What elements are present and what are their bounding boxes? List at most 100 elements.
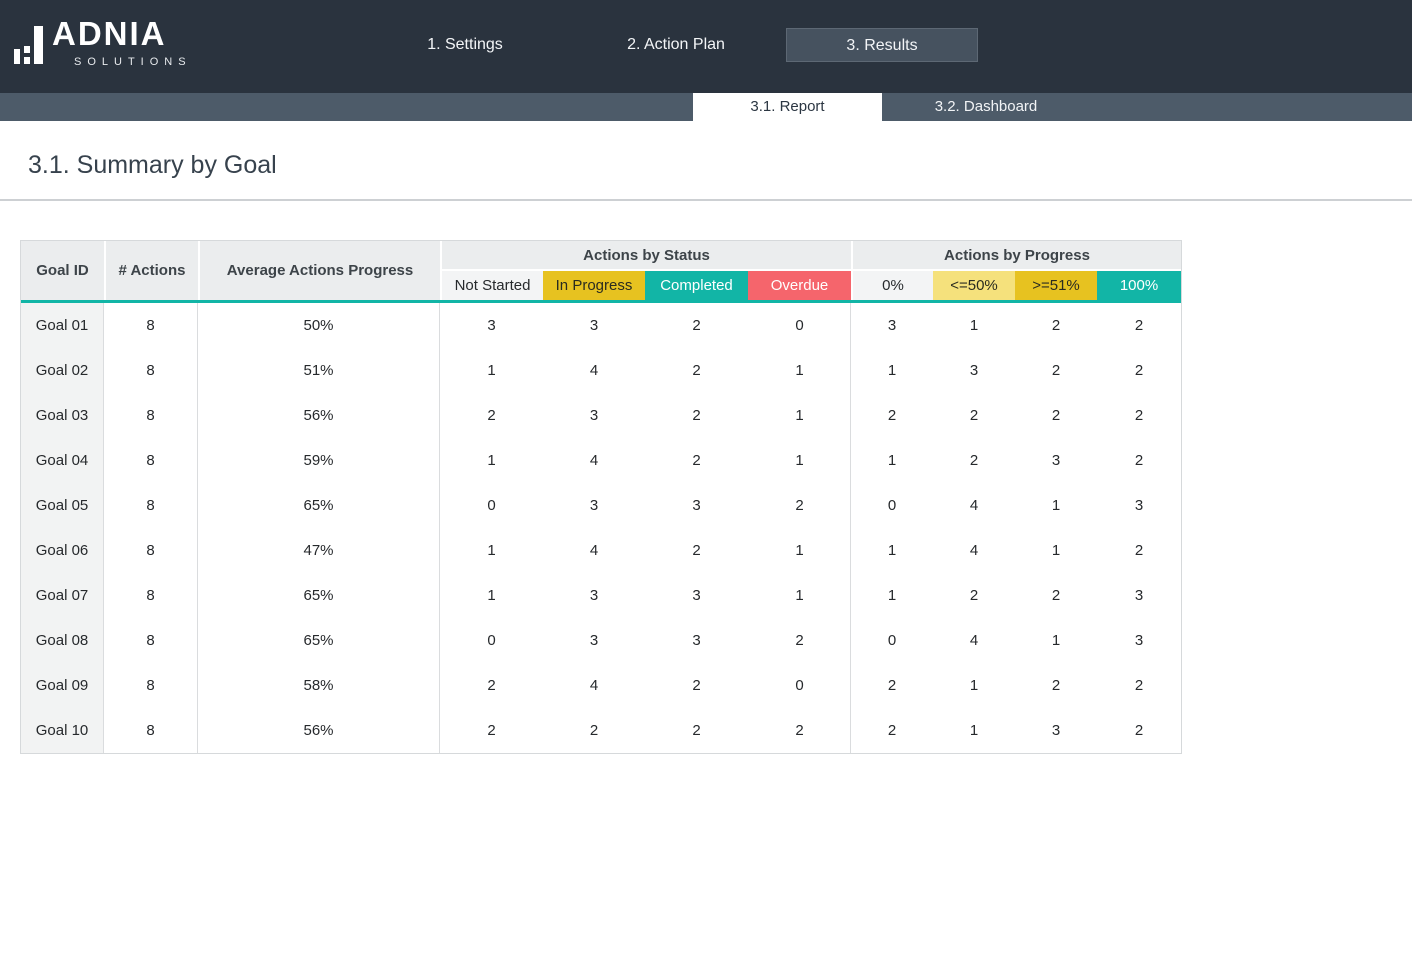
progress-0pct-cell: 1 [850, 438, 933, 483]
subheader-0pct: 0% [851, 271, 933, 300]
status-not-started-cell: 2 [440, 393, 543, 438]
status-in-progress-cell: 4 [543, 528, 645, 573]
progress-gte51-cell: 3 [1015, 438, 1097, 483]
summary-table: Goal ID # Actions Average Actions Progre… [20, 240, 1182, 754]
nav-tab-results[interactable]: 3. Results [786, 28, 978, 62]
progress-0pct-cell: 2 [850, 708, 933, 753]
status-overdue-cell: 1 [748, 393, 851, 438]
avg-progress-cell: 65% [198, 483, 440, 528]
goal-id-cell: Goal 09 [21, 663, 104, 708]
status-completed-cell: 3 [645, 618, 748, 663]
progress-100pct-cell: 2 [1097, 708, 1181, 753]
goal-id-cell: Goal 02 [21, 348, 104, 393]
progress-0pct-cell: 1 [850, 573, 933, 618]
progress-lte50-cell: 2 [933, 393, 1015, 438]
goal-id-cell: Goal 08 [21, 618, 104, 663]
status-not-started-cell: 1 [440, 573, 543, 618]
progress-lte50-cell: 4 [933, 528, 1015, 573]
progress-100pct-cell: 2 [1097, 393, 1181, 438]
progress-0pct-cell: 2 [850, 393, 933, 438]
subheader-not-started: Not Started [440, 271, 543, 300]
actions-count-cell: 8 [104, 618, 198, 663]
status-not-started-cell: 0 [440, 483, 543, 528]
progress-gte51-cell: 2 [1015, 348, 1097, 393]
avg-progress-cell: 59% [198, 438, 440, 483]
actions-count-cell: 8 [104, 483, 198, 528]
actions-count-cell: 8 [104, 303, 198, 348]
progress-lte50-cell: 1 [933, 708, 1015, 753]
status-completed-cell: 2 [645, 528, 748, 573]
progress-100pct-cell: 2 [1097, 528, 1181, 573]
progress-lte50-cell: 2 [933, 438, 1015, 483]
subheader-completed: Completed [645, 271, 748, 300]
avg-progress-cell: 50% [198, 303, 440, 348]
status-not-started-cell: 2 [440, 663, 543, 708]
col-header-avg-progress: Average Actions Progress [198, 241, 440, 300]
avg-progress-cell: 65% [198, 618, 440, 663]
status-completed-cell: 2 [645, 393, 748, 438]
status-overdue-cell: 0 [748, 663, 851, 708]
subtab-dashboard[interactable]: 3.2. Dashboard [882, 93, 1090, 121]
progress-100pct-cell: 2 [1097, 663, 1181, 708]
top-nav-bar: ADNIA SOLUTIONS 1. Settings 2. Action Pl… [0, 0, 1412, 93]
goal-id-cell: Goal 01 [21, 303, 104, 348]
subheader-overdue: Overdue [748, 271, 851, 300]
progress-lte50-cell: 1 [933, 663, 1015, 708]
group-header-actions-by-status: Actions by Status [440, 241, 851, 271]
col-header-goal-id: Goal ID [21, 241, 104, 300]
progress-100pct-cell: 3 [1097, 618, 1181, 663]
status-not-started-cell: 1 [440, 438, 543, 483]
status-in-progress-cell: 4 [543, 348, 645, 393]
status-completed-cell: 2 [645, 663, 748, 708]
actions-count-cell: 8 [104, 663, 198, 708]
progress-lte50-cell: 3 [933, 348, 1015, 393]
progress-gte51-cell: 1 [1015, 618, 1097, 663]
subtab-report[interactable]: 3.1. Report [693, 93, 882, 121]
status-completed-cell: 3 [645, 573, 748, 618]
goal-id-cell: Goal 04 [21, 438, 104, 483]
goal-id-cell: Goal 05 [21, 483, 104, 528]
progress-lte50-cell: 2 [933, 573, 1015, 618]
progress-lte50-cell: 1 [933, 303, 1015, 348]
status-in-progress-cell: 4 [543, 438, 645, 483]
goal-id-cell: Goal 06 [21, 528, 104, 573]
nav-tab-settings[interactable]: 1. Settings [395, 28, 535, 62]
status-not-started-cell: 1 [440, 528, 543, 573]
progress-gte51-cell: 1 [1015, 483, 1097, 528]
status-completed-cell: 2 [645, 708, 748, 753]
brand-logo: ADNIA SOLUTIONS [14, 17, 192, 68]
status-not-started-cell: 3 [440, 303, 543, 348]
status-in-progress-cell: 4 [543, 663, 645, 708]
subheader-lte50pct: <=50% [933, 271, 1015, 300]
status-in-progress-cell: 3 [543, 483, 645, 528]
subheader-100pct: 100% [1097, 271, 1181, 300]
status-in-progress-cell: 3 [543, 393, 645, 438]
col-header-actions: # Actions [104, 241, 198, 300]
avg-progress-cell: 56% [198, 393, 440, 438]
status-in-progress-cell: 3 [543, 573, 645, 618]
goal-id-cell: Goal 10 [21, 708, 104, 753]
progress-0pct-cell: 2 [850, 663, 933, 708]
page-title: 3.1. Summary by Goal [28, 151, 1412, 180]
actions-count-cell: 8 [104, 438, 198, 483]
subheader-in-progress: In Progress [543, 271, 645, 300]
nav-tab-action-plan[interactable]: 2. Action Plan [596, 28, 756, 62]
progress-100pct-cell: 2 [1097, 348, 1181, 393]
status-overdue-cell: 2 [748, 483, 851, 528]
status-completed-cell: 2 [645, 303, 748, 348]
bar-chart-logo-icon [14, 20, 43, 64]
status-completed-cell: 2 [645, 438, 748, 483]
subheader-gte51pct: >=51% [1015, 271, 1097, 300]
status-in-progress-cell: 3 [543, 303, 645, 348]
actions-count-cell: 8 [104, 573, 198, 618]
progress-lte50-cell: 4 [933, 483, 1015, 528]
sub-nav-bar: 3.1. Report 3.2. Dashboard [0, 93, 1412, 121]
status-overdue-cell: 2 [748, 618, 851, 663]
status-overdue-cell: 1 [748, 348, 851, 393]
actions-count-cell: 8 [104, 393, 198, 438]
progress-100pct-cell: 3 [1097, 483, 1181, 528]
status-overdue-cell: 1 [748, 528, 851, 573]
actions-count-cell: 8 [104, 528, 198, 573]
brand-tagline: SOLUTIONS [74, 56, 192, 68]
goal-id-cell: Goal 03 [21, 393, 104, 438]
